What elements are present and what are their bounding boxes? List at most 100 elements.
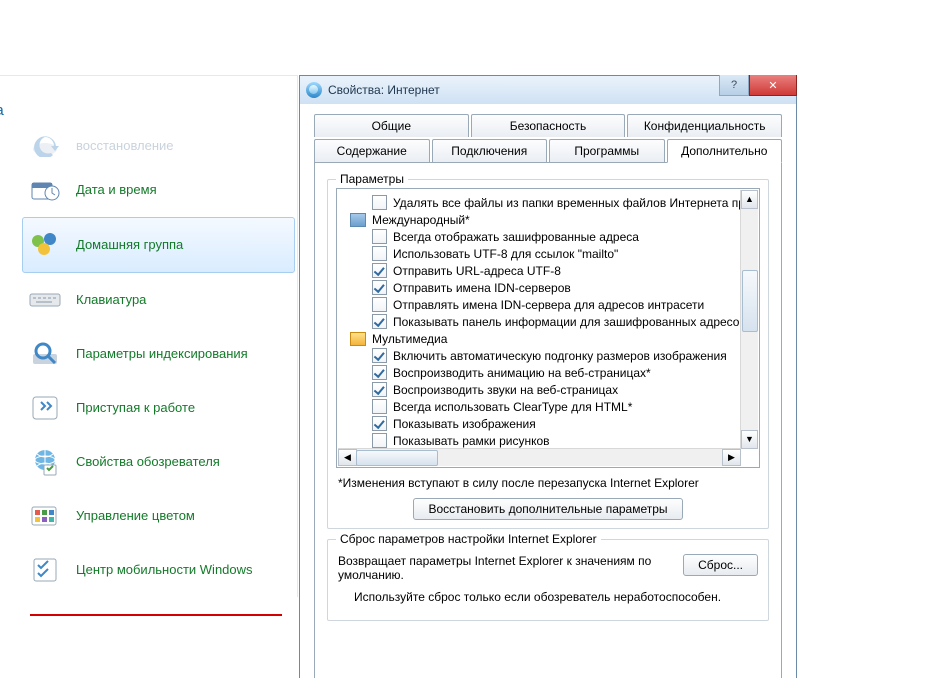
sidebar-item-date-time[interactable]: Дата и время <box>28 163 289 217</box>
tree-label: Удалять все файлы из папки временных фай… <box>393 196 741 210</box>
tree-option[interactable]: Отправить имена IDN-серверов <box>338 279 741 296</box>
sidebar-item-internet-options[interactable]: Свойства обозревателя <box>28 435 289 489</box>
checkbox[interactable] <box>372 263 387 278</box>
sidebar-item-getting-started[interactable]: Приступая к работе <box>28 381 289 435</box>
scroll-right-button[interactable]: ▶ <box>722 449 741 466</box>
sidebar-item-label: Центр мобильности Windows <box>76 562 253 578</box>
sidebar-item-label: Приступая к работе <box>76 400 195 416</box>
tree-label: Показывать изображения <box>393 417 536 431</box>
checkbox[interactable] <box>372 280 387 295</box>
tree-option[interactable]: Использовать UTF-8 для ссылок "mailto" <box>338 245 741 262</box>
checkbox[interactable] <box>372 229 387 244</box>
indexing-icon <box>28 337 62 371</box>
tree-label: Показывать рамки рисунков <box>393 434 550 448</box>
sidebar-item-homegroup[interactable]: Домашняя группа <box>22 217 295 273</box>
sidebar-item-keyboard[interactable]: Клавиатура <box>28 273 289 327</box>
checkbox[interactable] <box>372 433 387 448</box>
tree-option[interactable]: Отправить URL-адреса UTF-8 <box>338 262 741 279</box>
tab-Безопасность[interactable]: Безопасность <box>471 114 626 137</box>
tree-option[interactable]: Показывать панель информации для зашифро… <box>338 313 741 330</box>
annotation-underline <box>30 614 282 616</box>
control-panel-sidebar: отера восстановление Дата и время Домашняя… <box>0 75 298 597</box>
tab-panel-advanced: Параметры Удалять все файлы из папки вре… <box>314 162 782 678</box>
tab-Программы[interactable]: Программы <box>549 139 665 162</box>
tree-option[interactable]: Включить автоматическую подгонку размеро… <box>338 347 741 364</box>
tree-option[interactable]: Показывать рамки рисунков <box>338 432 741 449</box>
checkbox[interactable] <box>372 195 387 210</box>
tree-label: Использовать UTF-8 для ссылок "mailto" <box>393 247 618 261</box>
tree-category[interactable]: Мультимедиа <box>338 330 741 347</box>
sidebar-item-label: Свойства обозревателя <box>76 454 220 470</box>
sidebar-item-label: Дата и время <box>76 182 157 198</box>
category-title: отера <box>0 76 297 129</box>
checkbox[interactable] <box>372 297 387 312</box>
parameters-legend: Параметры <box>336 172 408 186</box>
tree-label: Включить автоматическую подгонку размеро… <box>393 349 727 363</box>
sidebar-item-label: Домашняя группа <box>76 237 183 253</box>
tree-label: Воспроизводить звуки на веб-страницах <box>393 383 618 397</box>
tree-option[interactable]: Показывать изображения <box>338 415 741 432</box>
mobility-icon <box>28 553 62 587</box>
tab-Содержание[interactable]: Содержание <box>314 139 430 162</box>
reset-legend: Сброс параметров настройки Internet Expl… <box>336 532 601 546</box>
sidebar-item-label: Клавиатура <box>76 292 146 308</box>
scroll-down-button[interactable]: ▼ <box>741 430 758 449</box>
reset-description: Возвращает параметры Internet Explorer к… <box>338 554 669 582</box>
sidebar-item-indexing[interactable]: Параметры индексирования <box>28 327 289 381</box>
sidebar-item-color-mgmt[interactable]: Управление цветом <box>28 489 289 543</box>
internet-options-icon <box>28 445 62 479</box>
restore-icon <box>28 129 62 163</box>
dialog-titlebar[interactable]: Свойства: Интернет ? ✕ <box>300 76 796 105</box>
color-mgmt-icon <box>28 499 62 533</box>
tree-label: Отправлять имена IDN-сервера для адресов… <box>393 298 704 312</box>
sidebar-item-mobility[interactable]: Центр мобильности Windows <box>28 543 289 597</box>
reset-button[interactable]: Сброс... <box>683 554 758 576</box>
checkbox[interactable] <box>372 246 387 261</box>
tree-label: Воспроизводить анимацию на веб-страницах… <box>393 366 651 380</box>
tree-category[interactable]: Международный* <box>338 211 741 228</box>
checkbox[interactable] <box>372 348 387 363</box>
tree-option[interactable]: Всегда использовать ClearType для HTML* <box>338 398 741 415</box>
tab-Конфиденциальность[interactable]: Конфиденциальность <box>627 114 782 137</box>
tree-option[interactable]: Всегда отображать зашифрованные адреса <box>338 228 741 245</box>
scroll-thumb[interactable] <box>356 450 438 466</box>
checkbox[interactable] <box>372 399 387 414</box>
restore-advanced-button[interactable]: Восстановить дополнительные параметры <box>413 498 682 520</box>
checkbox[interactable] <box>372 365 387 380</box>
help-button[interactable]: ? <box>719 75 749 96</box>
sidebar-item-label: Параметры индексирования <box>76 346 248 362</box>
scroll-up-button[interactable]: ▲ <box>741 190 758 209</box>
tab-Подключения[interactable]: Подключения <box>432 139 548 162</box>
scrollbar-vertical[interactable]: ▲ ▼ <box>740 190 758 449</box>
checkbox[interactable] <box>372 382 387 397</box>
scroll-left-button[interactable]: ◀ <box>338 449 357 466</box>
homegroup-icon <box>28 228 62 262</box>
tree-label: Мультимедиа <box>372 332 447 346</box>
sidebar-item-restore[interactable]: восстановление <box>28 129 289 163</box>
checkbox[interactable] <box>372 416 387 431</box>
tree-option[interactable]: Удалять все файлы из папки временных фай… <box>338 194 741 211</box>
getting-started-icon <box>28 391 62 425</box>
dialog-title-text: Свойства: Интернет <box>328 83 440 97</box>
sidebar-item-label: Управление цветом <box>76 508 195 524</box>
parameters-group: Параметры Удалять все файлы из папки вре… <box>327 179 769 529</box>
tree-label: Показывать панель информации для зашифро… <box>393 315 741 329</box>
category-icon <box>350 332 366 346</box>
reset-hint: Используйте сброс только если обозревате… <box>354 590 758 604</box>
tree-option[interactable]: Воспроизводить звуки на веб-страницах <box>338 381 741 398</box>
app-icon <box>306 82 322 98</box>
tab-Общие[interactable]: Общие <box>314 114 469 137</box>
scroll-thumb[interactable] <box>742 270 758 332</box>
tree-label: Всегда отображать зашифрованные адреса <box>393 230 639 244</box>
tree-label: Отправить имена IDN-серверов <box>393 281 571 295</box>
tree-option[interactable]: Воспроизводить анимацию на веб-страницах… <box>338 364 741 381</box>
tree-option[interactable]: Отправлять имена IDN-сервера для адресов… <box>338 296 741 313</box>
scrollbar-horizontal[interactable]: ◀ ▶ <box>338 448 741 466</box>
keyboard-icon <box>28 283 62 317</box>
tree-label: Всегда использовать ClearType для HTML* <box>393 400 632 414</box>
tree-label: Международный* <box>372 213 470 227</box>
settings-tree[interactable]: Удалять все файлы из папки временных фай… <box>336 188 760 468</box>
close-button[interactable]: ✕ <box>749 75 797 96</box>
checkbox[interactable] <box>372 314 387 329</box>
tab-Дополнительно[interactable]: Дополнительно <box>667 139 783 163</box>
